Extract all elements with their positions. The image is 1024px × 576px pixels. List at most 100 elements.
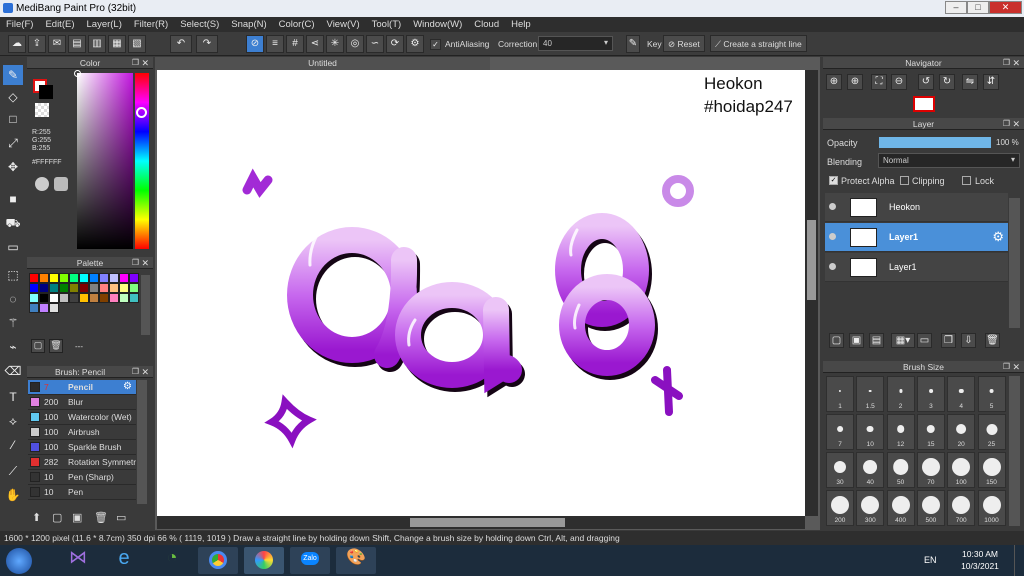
hue-handle[interactable] (136, 107, 147, 118)
circle-snap-icon[interactable]: ◎ (346, 35, 364, 53)
palette-swatch[interactable] (39, 283, 49, 293)
share-icon[interactable]: ⇪ (28, 35, 46, 53)
brush-size-cell[interactable]: 4 (947, 376, 976, 412)
palette-swatches[interactable] (29, 273, 139, 333)
brush-size-cell[interactable]: 700 (947, 490, 976, 526)
select-eraser-tool-icon[interactable]: ⌫ (3, 361, 23, 381)
color-settings-icon[interactable] (54, 177, 68, 191)
navigator-thumbnail[interactable] (913, 96, 935, 112)
internet-explorer-icon[interactable]: e (104, 547, 144, 574)
new-brush-icon[interactable]: ▢ (52, 511, 62, 524)
brush-size-cell[interactable]: 200 (826, 490, 854, 526)
palette-swatch[interactable] (129, 293, 139, 303)
menu-view[interactable]: View(V) (327, 19, 360, 30)
palette-swatch[interactable] (49, 293, 59, 303)
fill-rect-tool-icon[interactable]: ■ (3, 189, 23, 209)
rotate-snap-icon[interactable]: ⟳ (386, 35, 404, 53)
palette-swatch[interactable] (79, 283, 89, 293)
palette-swatch[interactable] (129, 283, 139, 293)
menu-edit[interactable]: Edit(E) (45, 19, 74, 30)
gradient-tool-icon[interactable]: ▭ (3, 237, 23, 257)
menu-tool[interactable]: Tool(T) (372, 19, 402, 30)
document-tab[interactable]: Untitled (155, 57, 490, 70)
flip-icon[interactable]: ⇋ (962, 74, 978, 90)
menu-filter[interactable]: Filter(R) (134, 19, 168, 30)
close-button[interactable]: ✕ (989, 1, 1022, 14)
menu-layer[interactable]: Layer(L) (87, 19, 122, 30)
palette-swatch[interactable] (29, 273, 39, 283)
trash-icon[interactable]: 🗑 (94, 511, 108, 524)
palette-swatch[interactable] (109, 283, 119, 293)
zoom-in-2-icon[interactable]: ⊕ (847, 74, 863, 90)
curve-snap-icon[interactable]: ∽ (366, 35, 384, 53)
canvas-hscroll[interactable] (157, 516, 805, 529)
start-icon[interactable] (6, 548, 32, 574)
palette-swatch[interactable] (99, 273, 109, 283)
brush-size-cell[interactable]: 5 (977, 376, 1006, 412)
brush-size-cell[interactable]: 1.5 (856, 376, 885, 412)
blending-select[interactable]: Normal ▾ (878, 153, 1020, 168)
menu-select[interactable]: Select(S) (180, 19, 219, 30)
undock-icon[interactable]: ❐ (132, 366, 139, 378)
copy-brush-icon[interactable]: ▣ (72, 511, 82, 524)
pen-icon[interactable]: ✎ (626, 35, 640, 53)
palette-swatch[interactable] (129, 273, 139, 283)
correction-select[interactable]: 40 ▾ (538, 36, 613, 51)
layer-row[interactable]: Layer1 (825, 253, 1008, 282)
close-icon[interactable]: ✕ (141, 366, 149, 378)
brush-item[interactable]: 100 Watercolor (Wet) (28, 410, 136, 425)
brush-size-cell[interactable]: 150 (977, 452, 1006, 488)
brush-size-cell[interactable]: 10 (856, 414, 885, 450)
brush-size-cell[interactable]: 500 (916, 490, 945, 526)
create-line-button[interactable]: ⟋ Create a straight line (710, 35, 807, 52)
perspective-snap-icon[interactable]: ⋖ (306, 35, 324, 53)
trash-icon[interactable]: 🗑 (985, 333, 1000, 348)
eraser-tool-icon[interactable]: ◇ (3, 87, 23, 107)
brush-size-cell[interactable]: 2 (886, 376, 915, 412)
document-icon[interactable]: ▥ (88, 35, 106, 53)
duplicate-icon[interactable]: ❐ (941, 333, 956, 348)
palette-swatch[interactable] (69, 283, 79, 293)
undock-icon[interactable]: ❐ (1003, 361, 1010, 373)
gear-icon[interactable]: ⚙ (406, 35, 424, 53)
menu-snap[interactable]: Snap(N) (231, 19, 266, 30)
saturation-value-picker[interactable] (74, 70, 133, 249)
palette-swatch[interactable] (39, 293, 49, 303)
merge-icon[interactable]: ⇩ (961, 333, 976, 348)
select-pen-tool-icon[interactable]: ⌁ (3, 337, 23, 357)
close-icon[interactable]: ✕ (1012, 57, 1020, 69)
brush-size-cell[interactable]: 30 (826, 452, 854, 488)
antialiasing-checkbox[interactable]: ✓ (430, 39, 441, 50)
brush-item[interactable]: 200 Blur (28, 395, 136, 410)
menu-cloud[interactable]: Cloud (474, 19, 499, 30)
bucket-tool-icon[interactable]: ⛟ (3, 213, 23, 233)
brush-item[interactable]: 282 Rotation Symmetry (28, 455, 136, 470)
settings-doc-icon[interactable]: ▦ (108, 35, 126, 53)
undo-icon[interactable]: ↶ (170, 35, 192, 53)
palette-swatch[interactable] (39, 303, 49, 313)
menu-file[interactable]: File(F) (6, 19, 33, 30)
palette-swatch[interactable] (89, 283, 99, 293)
menu-color[interactable]: Color(C) (279, 19, 315, 30)
dot-tool-icon[interactable]: □ (3, 109, 23, 129)
close-icon[interactable]: ✕ (1012, 118, 1020, 130)
delete-palette-icon[interactable]: 🗑 (49, 339, 63, 353)
palette-swatch[interactable] (89, 293, 99, 303)
zalo-icon[interactable]: Zalo (290, 547, 330, 574)
palette-swatch[interactable] (49, 273, 59, 283)
palette-swatch[interactable] (69, 273, 79, 283)
visibility-icon[interactable] (829, 233, 836, 240)
visibility-icon[interactable] (829, 203, 836, 210)
coccoc-icon[interactable]: ◔ (152, 547, 192, 574)
palette-swatch[interactable] (59, 293, 69, 303)
layer-scrollbar[interactable] (1009, 198, 1020, 328)
menu-window[interactable]: Window(W) (413, 19, 462, 30)
undock-icon[interactable]: ❐ (1003, 57, 1010, 69)
maximize-button[interactable]: □ (967, 1, 989, 14)
brush-size-cell[interactable]: 1000 (977, 490, 1006, 526)
palette-swatch[interactable] (109, 293, 119, 303)
brush-item[interactable]: 100 Airbrush (28, 425, 136, 440)
brush-size-scrollbar[interactable] (1009, 376, 1020, 526)
palette-swatch[interactable] (39, 273, 49, 283)
palette-swatch[interactable] (49, 283, 59, 293)
